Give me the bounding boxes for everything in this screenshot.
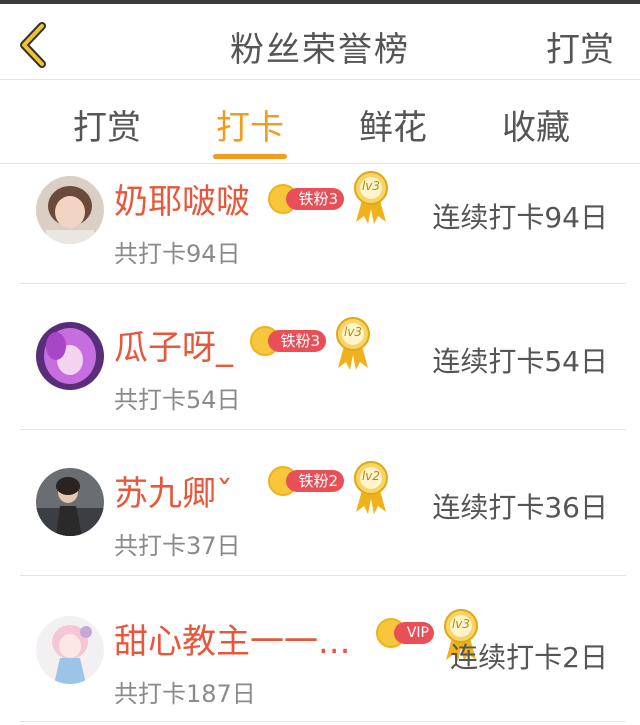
list-item[interactable]: 奶耶啵啵 铁粉3 lv3 连续打卡94日 共打卡94日 [0, 164, 640, 284]
fan-badge: 铁粉2 [268, 466, 346, 496]
user-name[interactable]: 瓜子呀_ [114, 320, 233, 369]
level-medal-icon: lv3 [352, 170, 390, 226]
total-days: 共打卡37日 [114, 532, 241, 560]
streak-days: 连续打卡54日 [432, 345, 608, 378]
fan-badge: 铁粉3 [268, 184, 346, 214]
streak-days: 连续打卡2日 [450, 641, 608, 674]
fan-badge: 铁粉3 [250, 326, 328, 356]
tab-favorites[interactable]: 收藏 [481, 100, 591, 149]
tab-bar: 打赏 打卡 鲜花 收藏 [0, 80, 640, 164]
total-days: 共打卡54日 [114, 386, 241, 414]
list-item[interactable]: 甜心教主一一... VIP lv3 连续打卡2日 共打卡187日 [0, 576, 640, 722]
checkin-ranking-list: 奶耶啵啵 铁粉3 lv3 连续打卡94日 共打卡94日 瓜子呀_ 铁粉3 lv3… [0, 164, 640, 725]
level-medal-icon: lv3 [334, 316, 372, 372]
tab-flowers[interactable]: 鲜花 [338, 100, 448, 149]
active-tab-indicator [213, 154, 287, 159]
avatar[interactable] [36, 322, 104, 390]
user-name[interactable]: 苏九卿ˇ [114, 466, 233, 515]
streak-days: 连续打卡94日 [432, 201, 608, 234]
avatar[interactable] [36, 176, 104, 244]
divider [20, 721, 626, 722]
level-medal-icon: lv2 [352, 460, 390, 516]
user-name[interactable]: 奶耶啵啵 [114, 174, 250, 223]
tab-checkin[interactable]: 打卡 [195, 100, 305, 149]
vip-badge: VIP [376, 618, 436, 648]
avatar[interactable] [36, 468, 104, 536]
tab-reward[interactable]: 打赏 [52, 100, 162, 149]
list-item[interactable]: 苏九卿ˇ 铁粉2 lv2 连续打卡36日 共打卡37日 [0, 430, 640, 576]
total-days: 共打卡187日 [114, 680, 256, 708]
page-title: 粉丝荣誉榜 [230, 30, 410, 70]
streak-days: 连续打卡36日 [432, 491, 608, 524]
top-bar: 粉丝荣誉榜 打赏 [0, 0, 640, 80]
list-item[interactable]: 瓜子呀_ 铁粉3 lv3 连续打卡54日 共打卡54日 [0, 284, 640, 430]
avatar[interactable] [36, 616, 104, 684]
reward-button[interactable]: 打赏 [546, 22, 614, 71]
total-days: 共打卡94日 [114, 240, 241, 268]
user-name[interactable]: 甜心教主一一... [114, 614, 350, 663]
